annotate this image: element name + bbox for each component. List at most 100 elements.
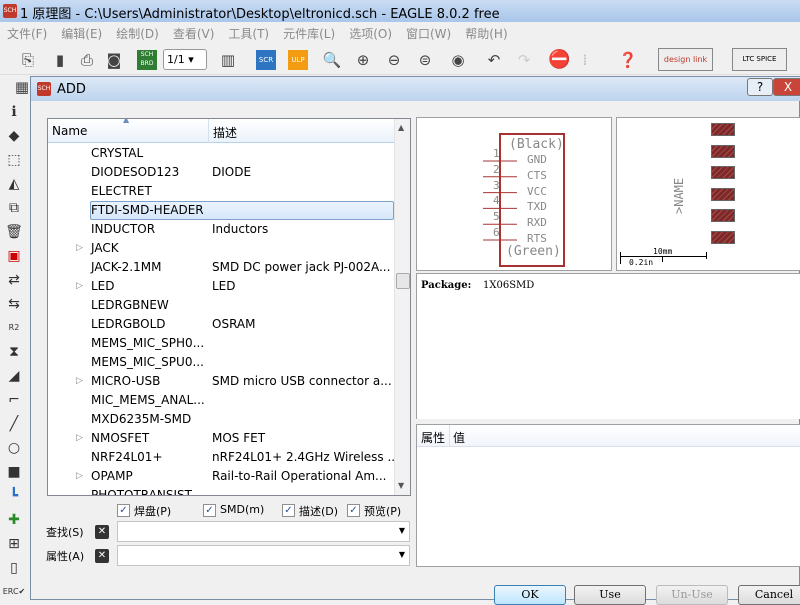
list-item[interactable]: ▷ MICRO-USB SMD micro USB connector a... (48, 372, 394, 391)
preview-checkbox[interactable]: ✓ (347, 504, 360, 517)
zoom-select-icon[interactable]: ◉ (448, 50, 468, 70)
frame-icon[interactable]: ▯ (0, 556, 28, 580)
select-icon[interactable]: ⬚ (0, 148, 28, 172)
expand-icon[interactable]: ▷ (76, 372, 83, 391)
menu-tools[interactable]: 工具(T) (221, 22, 276, 45)
pads-checkbox[interactable]: ✓ (117, 504, 130, 517)
list-item[interactable]: LEDRGBOLD OSRAM (48, 315, 394, 334)
scroll-up-icon[interactable]: ▲ (398, 123, 404, 132)
line-icon[interactable]: ╱ (0, 412, 28, 436)
grid-icon[interactable]: ▦ (12, 77, 32, 97)
use-button[interactable]: Use (574, 585, 646, 605)
list-item[interactable]: PHOTOTRANSIST (48, 486, 394, 495)
display-icon[interactable]: ◆ (0, 124, 28, 148)
expand-icon[interactable]: ▷ (76, 239, 83, 258)
clear-search-icon[interactable]: ✕ (95, 525, 109, 539)
pinswap-icon[interactable]: ⇆ (0, 292, 28, 316)
cancel-button[interactable]: Cancel (738, 585, 800, 605)
zoom-redraw-icon[interactable]: ⊜ (415, 50, 435, 70)
replace-icon[interactable]: ⇄ (0, 268, 28, 292)
label-icon[interactable]: ⊞ (0, 532, 28, 556)
close-button[interactable]: X (773, 78, 800, 96)
net-icon[interactable]: ┗ (0, 484, 28, 508)
list-item[interactable]: INDUCTOR Inductors (48, 220, 394, 239)
scroll-down-icon[interactable]: ▼ (398, 481, 404, 490)
list-item[interactable]: MIC_MEMS_ANAL... (48, 391, 394, 410)
sheet-select[interactable]: 1/1 ▾ (163, 49, 207, 70)
list-item[interactable]: JACK-2.1MM SMD DC power jack PJ-002A... (48, 258, 394, 277)
info-icon[interactable]: ℹ (0, 100, 28, 124)
list-item[interactable]: ▷ LED LED (48, 277, 394, 296)
list-scrollbar[interactable]: ▲ ▼ (394, 119, 410, 495)
dropdown-arrow-icon[interactable]: ▼ (399, 526, 405, 535)
designlink-button[interactable]: design link (658, 48, 713, 71)
menu-edit[interactable]: 编辑(E) (54, 22, 109, 45)
circle-icon[interactable]: ○ (0, 436, 28, 460)
component-list[interactable]: Name ▲ 描述 CRYSTAL DIODESOD123 DIODE ELECTRE… (47, 118, 411, 496)
ok-button[interactable]: OK (494, 585, 566, 605)
junction-icon[interactable]: ✚ (0, 508, 28, 532)
list-item[interactable]: ELECTRET (48, 182, 394, 201)
undo-icon[interactable]: ↶ (484, 50, 504, 70)
list-item[interactable]: ▷ JACK (48, 239, 394, 258)
expand-icon[interactable]: ▷ (76, 429, 83, 448)
list-item[interactable]: ▷ NMOSFET MOS FET (48, 429, 394, 448)
list-item[interactable]: MEMS_MIC_SPH0... (48, 334, 394, 353)
rect-icon[interactable]: ■ (0, 460, 28, 484)
list-item[interactable]: LEDRGBNEW (48, 296, 394, 315)
list-item[interactable]: ▷ OPAMP Rail-to-Rail Operational Am... (48, 467, 394, 486)
layers-icon[interactable]: ▥ (218, 50, 238, 70)
copy-icon[interactable]: ⧉ (0, 196, 28, 220)
smd-checkbox[interactable]: ✓ (203, 504, 216, 517)
cam-icon[interactable]: ◙ (104, 50, 124, 70)
help-icon[interactable]: ❓ (618, 50, 638, 70)
list-item[interactable]: FTDI-SMD-HEADER (48, 201, 394, 220)
add-icon[interactable]: ▣ (0, 244, 28, 268)
print-icon[interactable]: ⎙ (77, 50, 97, 70)
zoom-fit-icon[interactable]: 🔍 (322, 50, 342, 70)
menu-help[interactable]: 帮助(H) (458, 22, 514, 45)
zoom-in-icon[interactable]: ⊕ (353, 50, 373, 70)
list-item[interactable]: MEMS_MIC_SPU0... (48, 353, 394, 372)
script-button[interactable]: SCR (256, 50, 276, 70)
search-input[interactable]: ▼ (117, 521, 410, 542)
scroll-thumb[interactable] (396, 273, 410, 289)
attribute-input[interactable]: ▼ (117, 545, 410, 566)
list-item[interactable]: MXD6235M-SMD (48, 410, 394, 429)
clear-attribute-icon[interactable]: ✕ (95, 549, 109, 563)
menu-view[interactable]: 查看(V) (166, 22, 222, 45)
help-button[interactable]: ? (747, 78, 773, 96)
menu-options[interactable]: 选项(O) (342, 22, 399, 45)
mirror-icon[interactable]: ◭ (0, 172, 28, 196)
redo-icon[interactable]: ↷ (514, 50, 534, 70)
expand-icon[interactable]: ▷ (76, 467, 83, 486)
expand-icon[interactable]: ▷ (76, 277, 83, 296)
menu-file[interactable]: 文件(F) (0, 22, 54, 45)
list-item[interactable]: CRYSTAL (48, 144, 394, 163)
delete-icon[interactable]: 🗑 (0, 220, 28, 244)
save-icon[interactable]: ▮ (50, 50, 70, 70)
ulp-button[interactable]: ULP (288, 50, 308, 70)
menu-window[interactable]: 窗口(W) (399, 22, 458, 45)
zoom-out-icon[interactable]: ⊖ (384, 50, 404, 70)
open-icon[interactable]: ⎘ (18, 50, 38, 70)
go-icon[interactable]: ⁞ (575, 50, 595, 70)
prop-col-value[interactable]: 值 (453, 429, 465, 446)
stop-icon[interactable]: ⛔ (548, 50, 570, 70)
column-name[interactable]: Name (52, 124, 87, 138)
menu-library[interactable]: 元件库(L) (276, 22, 342, 45)
ltspice-button[interactable]: LTC SPICE (732, 48, 787, 71)
list-item[interactable]: NRF24L01+ nRF24L01+ 2.4GHz Wireless ... (48, 448, 399, 467)
erc-icon[interactable]: ERC✔ (0, 580, 28, 604)
unuse-button[interactable]: Un-Use (656, 585, 728, 605)
desc-checkbox[interactable]: ✓ (282, 504, 295, 517)
prop-col-name[interactable]: 属性 (421, 429, 445, 446)
menu-draw[interactable]: 绘制(D) (109, 22, 166, 45)
split-icon[interactable]: ⌐ (0, 388, 28, 412)
sch-brd-switch-button[interactable]: SCH BRD (137, 50, 157, 70)
miter-icon[interactable]: ◢ (0, 364, 28, 388)
list-item[interactable]: DIODESOD123 DIODE (48, 163, 394, 182)
column-desc[interactable]: 描述 (213, 124, 237, 141)
smash-icon[interactable]: ⧗ (0, 340, 28, 364)
value-icon[interactable]: R2 (0, 316, 28, 340)
